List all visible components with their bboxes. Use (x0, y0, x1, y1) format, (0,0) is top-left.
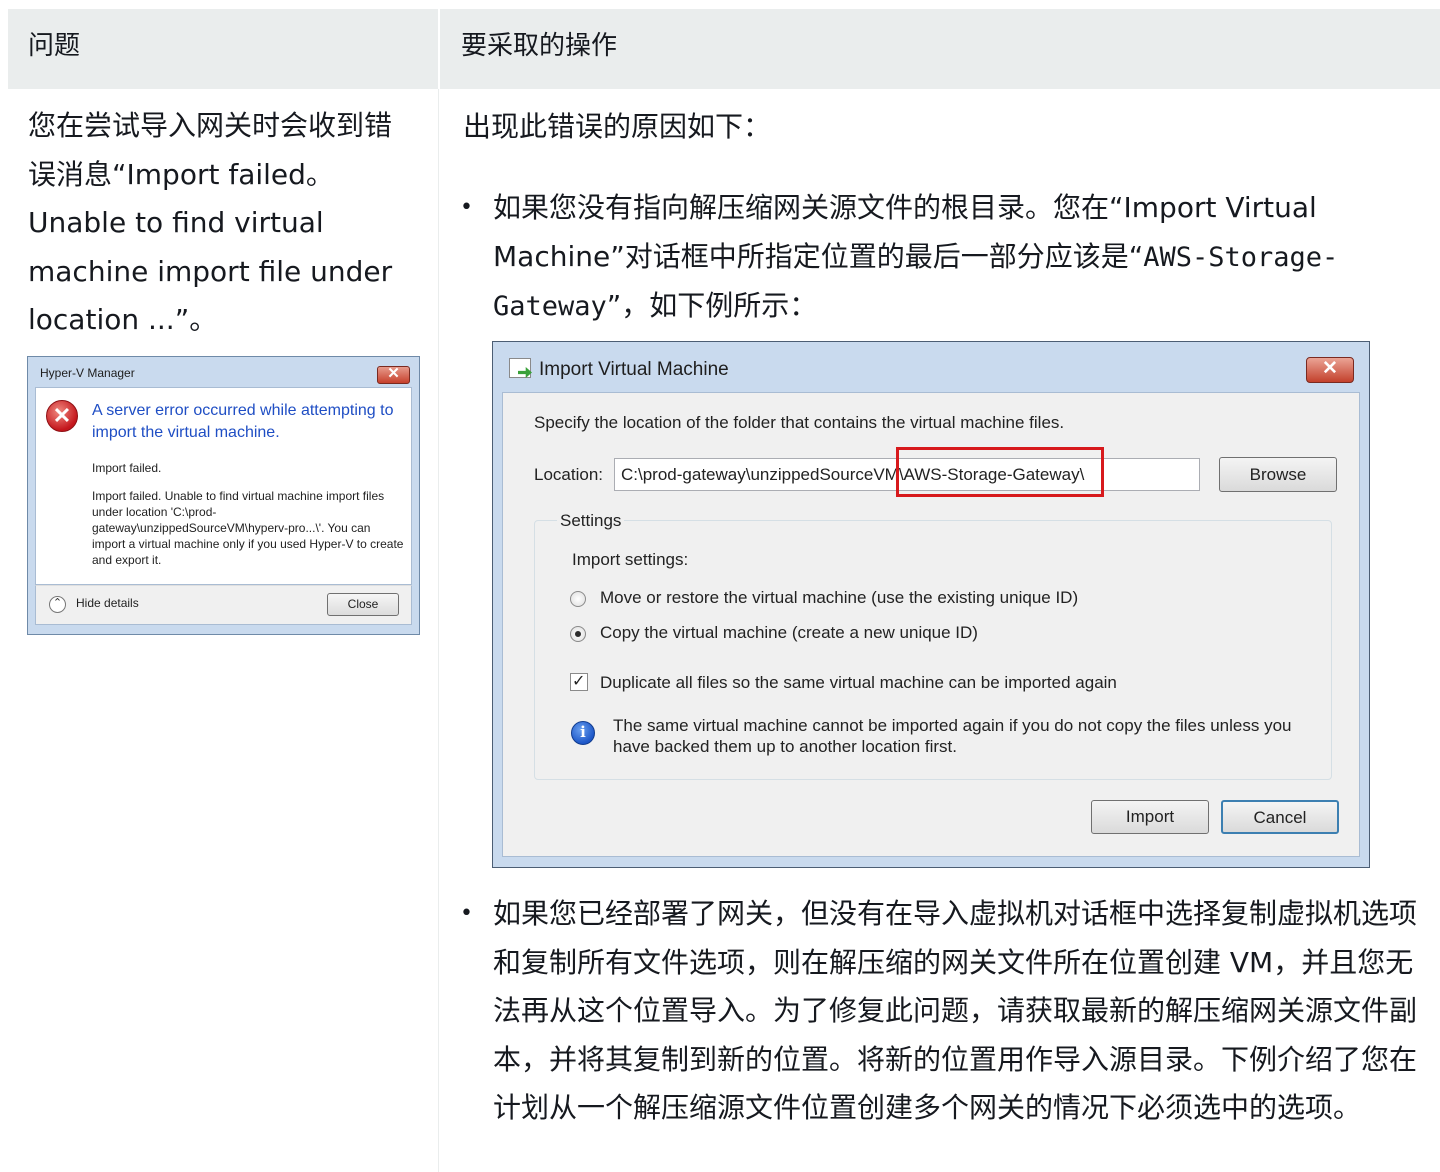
bullet-2-text: 如果您已经部署了网关，但没有在导入虚拟机对话框中选择复制虚拟机选项和复制所有文件… (493, 897, 1418, 1124)
highlight-box (896, 447, 1104, 497)
bullet-1-post: ”，如下例所示： (606, 289, 818, 322)
specify-location-text: Specify the location of the folder that … (534, 413, 1065, 432)
hyperv-error-short: Import failed. (92, 461, 162, 475)
import-close-button[interactable]: ✕ (1306, 357, 1354, 383)
copy-vm-radio[interactable] (570, 626, 586, 642)
hyperv-error-dialog: Hyper-V Manager ✕ ✕ A server error occur… (27, 356, 420, 635)
copy-vm-label[interactable]: Copy the virtual machine (create a new u… (600, 623, 978, 643)
error-icon-glyph: ✕ (52, 403, 72, 428)
bullet-1-text: 如果您没有指向解压缩网关源文件的根目录。您在“Import Virtual Ma… (493, 184, 1410, 332)
close-icon: ✕ (387, 365, 400, 382)
table-header: 问题 要采取的操作 (8, 9, 1440, 89)
column-divider (438, 89, 439, 1172)
location-label: Location: (534, 465, 603, 484)
import-vm-title: Import Virtual Machine (539, 359, 729, 380)
issue-description: 您在尝试导入网关时会收到错误消息“Import failed。Unable to… (28, 109, 393, 336)
hyperv-dialog-body: ✕ A server error occurred while attempti… (35, 387, 412, 585)
move-restore-label[interactable]: Move or restore the virtual machine (use… (600, 588, 1078, 608)
import-vm-body: Specify the location of the folder that … (502, 392, 1360, 857)
error-icon: ✕ (46, 400, 78, 432)
info-glyph: i (580, 723, 586, 741)
import-button[interactable]: Import (1091, 800, 1209, 834)
chevron-glyph: ⌃ (52, 596, 63, 609)
bullet-icon: • (460, 195, 473, 220)
hyperv-close-button[interactable]: ✕ (377, 365, 410, 384)
hide-details-link[interactable]: Hide details (76, 596, 139, 610)
move-restore-radio[interactable] (570, 591, 586, 607)
checkmark-icon: ✓ (572, 671, 586, 690)
cancel-button[interactable]: Cancel (1221, 800, 1339, 834)
hyperv-close-dialog-button[interactable]: Close (327, 593, 399, 616)
info-text: The same virtual machine cannot be impor… (613, 716, 1292, 756)
hyperv-error-heading: A server error occurred while attempting… (92, 402, 394, 441)
import-vm-icon (509, 358, 532, 378)
header-action: 要采取的操作 (461, 31, 618, 61)
browse-button[interactable]: Browse (1219, 457, 1337, 492)
hyperv-dialog-footer: ⌃ Hide details Close (35, 585, 412, 625)
settings-label: Settings (557, 511, 625, 531)
bullet-icon: • (460, 901, 473, 926)
hyperv-dialog-title: Hyper-V Manager (40, 366, 135, 380)
troubleshooting-table: 问题 要采取的操作 (8, 9, 1440, 89)
duplicate-files-checkbox[interactable]: ✓ (570, 671, 588, 691)
duplicate-files-label[interactable]: Duplicate all files so the same virtual … (600, 673, 1117, 693)
chevron-up-icon[interactable]: ⌃ (49, 596, 66, 613)
info-icon: i (571, 721, 595, 745)
header-divider (438, 9, 440, 89)
import-settings-label: Import settings: (572, 550, 689, 569)
action-bullet-1: • 如果您没有指向解压缩网关源文件的根目录。您在“Import Virtual … (460, 184, 1410, 332)
action-intro: 出现此错误的原因如下： (463, 110, 772, 143)
hyperv-error-detail: Import failed. Unable to find virtual ma… (92, 489, 404, 567)
action-bullet-2: • 如果您已经部署了网关，但没有在导入虚拟机对话框中选择复制虚拟机选项和复制所有… (460, 890, 1430, 1133)
header-issue: 问题 (28, 31, 81, 61)
close-icon: ✕ (1322, 358, 1338, 379)
import-vm-dialog: Import Virtual Machine ✕ Specify the loc… (492, 341, 1370, 868)
